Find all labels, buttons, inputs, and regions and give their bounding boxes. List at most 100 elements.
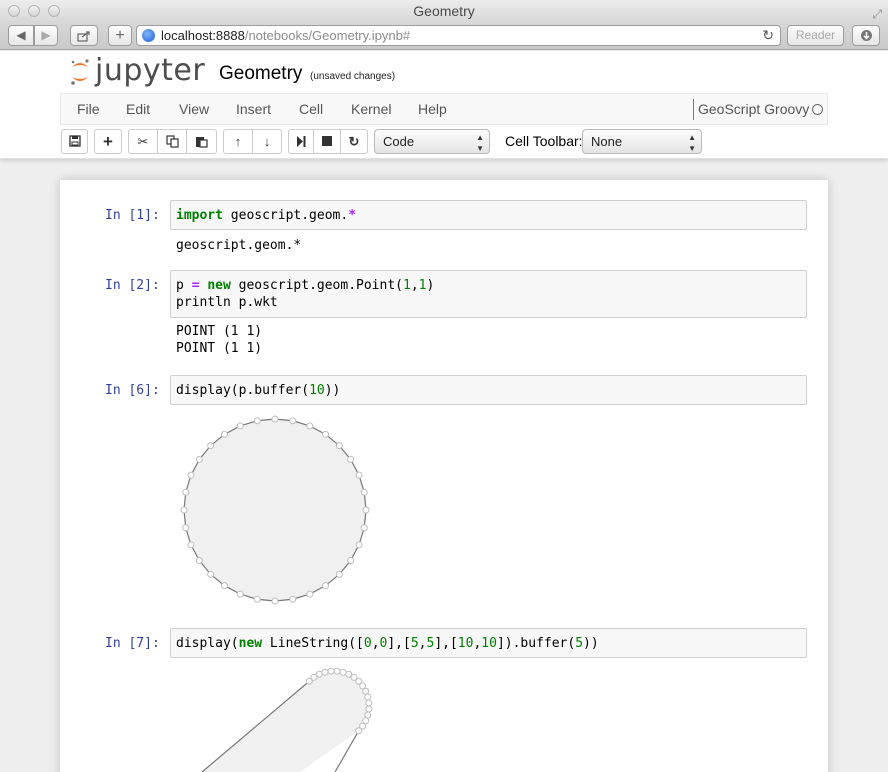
vertex-marker (289, 417, 297, 425)
restart-kernel-button[interactable]: ↻ (340, 129, 368, 154)
browser-toolbar: ◀ ▶ + localhost:8888/notebooks/Geometry.… (0, 22, 888, 50)
save-button[interactable] (61, 129, 88, 154)
vertex-marker (220, 430, 228, 438)
vertex-marker (335, 570, 343, 578)
vertex-marker (236, 590, 244, 598)
menu-view[interactable]: View (179, 101, 209, 117)
globe-icon (142, 29, 155, 42)
plus-icon: + (103, 132, 113, 151)
stop-icon (322, 136, 332, 146)
copy-icon (165, 135, 179, 148)
download-icon (860, 30, 872, 41)
cell-1-code[interactable]: import geoscript.geom.* (176, 207, 356, 224)
vertex-marker (220, 582, 228, 590)
menu-edit[interactable]: Edit (126, 101, 150, 117)
cell-3-prompt: In [6]: (105, 383, 160, 398)
move-up-button[interactable]: ↑ (223, 129, 253, 154)
vertex-marker (182, 524, 190, 532)
cell-2-code[interactable]: p = new geoscript.geom.Point(1,1) printl… (176, 277, 434, 311)
insert-cell-button[interactable]: + (94, 129, 122, 154)
vertex-marker (360, 524, 368, 532)
move-down-button[interactable]: ↓ (252, 129, 282, 154)
jupyter-logo-icon (71, 59, 89, 85)
jupyter-logo-text[interactable]: jupyter (95, 53, 205, 88)
reader-button[interactable]: Reader (787, 25, 844, 46)
vertex-marker (306, 422, 314, 430)
cut-button[interactable]: ✂ (128, 129, 158, 154)
vertex-marker (362, 506, 370, 514)
buffered-point-shape (180, 415, 370, 605)
window-title: Geometry (413, 3, 475, 19)
vertex-marker (271, 415, 279, 423)
restart-icon: ↻ (348, 134, 360, 149)
vertex-marker (253, 417, 261, 425)
select-arrows-icon: ▲ ▼ (688, 133, 696, 153)
vertex-marker (322, 430, 330, 438)
vertex-marker (322, 582, 330, 590)
floppy-disk-icon (68, 135, 81, 147)
vertex-marker (207, 442, 215, 450)
kernel-divider (693, 99, 694, 120)
menu-kernel[interactable]: Kernel (351, 101, 391, 117)
vertex-marker (306, 590, 314, 598)
cell-4-code[interactable]: display(new LineString([0,0],[5,5],[10,1… (176, 635, 599, 652)
menu-insert[interactable]: Insert (236, 101, 271, 117)
step-forward-icon (297, 136, 306, 147)
scissors-icon: ✂ (137, 134, 149, 149)
url-host: localhost:8888 (161, 28, 245, 43)
address-bar[interactable]: localhost:8888/notebooks/Geometry.ipynb#… (136, 25, 781, 46)
kernel-name: GeoScript Groovy (698, 101, 810, 117)
cell-1-prompt: In [1]: (105, 208, 160, 223)
back-button[interactable]: ◀ (8, 25, 34, 46)
vertex-marker (195, 557, 203, 565)
vertex-marker (187, 471, 195, 479)
cell-toolbar-value: None (591, 134, 623, 149)
vertex-marker (253, 595, 261, 603)
share-icon (77, 31, 90, 42)
window-titlebar: Geometry ⤢ (0, 0, 888, 22)
forward-button[interactable]: ▶ (34, 25, 58, 46)
cell-toolbar-label: Cell Toolbar: (505, 133, 583, 149)
close-window-button[interactable] (8, 5, 20, 17)
vertex-marker (364, 711, 372, 719)
vertex-marker (355, 727, 363, 735)
vertex-marker (365, 699, 373, 707)
menu-cell[interactable]: Cell (299, 101, 323, 117)
vertex-marker (187, 541, 195, 549)
vertex-marker (315, 670, 323, 678)
run-cell-button[interactable] (288, 129, 314, 154)
vertex-marker (355, 471, 363, 479)
buffered-line-shape (201, 667, 373, 772)
select-arrows-icon: ▲ ▼ (476, 133, 484, 153)
vertex-marker (289, 595, 297, 603)
vertex-marker (335, 442, 343, 450)
downloads-button[interactable] (852, 25, 880, 46)
zoom-window-button[interactable] (48, 5, 60, 17)
notebook-name[interactable]: Geometry (219, 63, 302, 85)
copy-button[interactable] (157, 129, 187, 154)
arrow-up-icon: ↑ (234, 134, 242, 149)
vertex-marker (347, 557, 355, 565)
vertex-marker (182, 488, 190, 496)
reload-icon[interactable]: ↻ (762, 26, 774, 45)
cell-type-select[interactable]: Code ▲ ▼ (374, 129, 490, 154)
cell-3-code[interactable]: display(p.buffer(10)) (176, 382, 340, 399)
cell-4-prompt: In [7]: (105, 636, 160, 651)
paste-button[interactable] (186, 129, 217, 154)
vertex-marker (327, 667, 335, 675)
cell-2-output: POINT (1 1) POINT (1 1) (176, 324, 263, 356)
vertex-marker (195, 455, 203, 463)
share-button[interactable] (70, 25, 98, 46)
minimize-window-button[interactable] (28, 5, 40, 17)
notebook-container (60, 180, 828, 772)
vertex-marker (360, 488, 368, 496)
new-tab-button[interactable]: + (108, 25, 132, 46)
paste-icon (196, 137, 208, 148)
arrow-down-icon: ↓ (263, 134, 271, 149)
menu-help[interactable]: Help (418, 101, 447, 117)
interrupt-kernel-button[interactable] (313, 129, 341, 154)
vertex-marker (321, 668, 329, 676)
menu-file[interactable]: File (77, 101, 100, 117)
cell-toolbar-select[interactable]: None ▲ ▼ (582, 129, 702, 154)
vertex-marker (365, 705, 373, 713)
